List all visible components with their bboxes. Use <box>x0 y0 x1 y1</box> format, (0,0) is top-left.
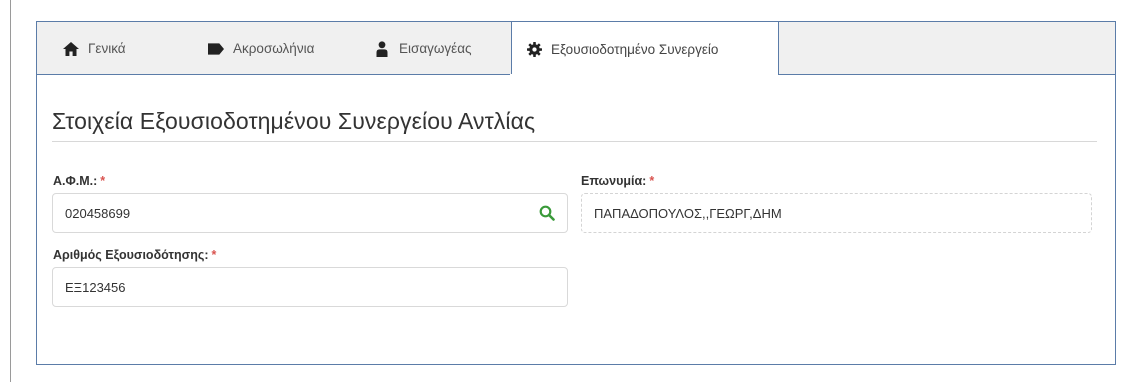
tag-icon <box>208 41 224 57</box>
divider <box>52 141 1097 142</box>
form-frame: Γενικά Ακροσωλήνια Εισαγωγέας Εξουσιοδοτ… <box>36 21 1116 365</box>
authorization-label: Αριθμός Εξουσιοδότησης: * <box>53 248 216 262</box>
afm-label: Α.Φ.Μ.: * <box>53 174 105 188</box>
eponymia-label-text: Επωνυμία: <box>581 174 647 188</box>
required-asterisk: * <box>211 248 217 262</box>
eponymia-label: Επωνυμία: * <box>581 174 654 188</box>
authorization-label-text: Αριθμός Εξουσιοδότησης: <box>53 248 209 262</box>
tab-general[interactable]: Γενικά <box>63 22 126 75</box>
afm-label-text: Α.Φ.Μ.: <box>53 174 98 188</box>
required-asterisk: * <box>649 174 655 188</box>
panel-border <box>778 74 1116 75</box>
window-edge <box>10 0 11 382</box>
section-title: Στοιχεία Εξουσιοδοτημένου Συνεργείου Αντ… <box>52 108 536 134</box>
search-button[interactable] <box>536 202 558 224</box>
gear-icon <box>526 41 542 57</box>
authorization-number-input[interactable] <box>52 267 568 307</box>
tab-authorized-workshop[interactable]: Εξουσιοδοτημένο Συνεργείο <box>511 22 779 76</box>
afm-input[interactable] <box>52 193 568 233</box>
panel-border <box>36 74 510 75</box>
user-icon <box>374 40 390 57</box>
tab-importer[interactable]: Εισαγωγέας <box>374 22 472 75</box>
tab-label: Ακροσωλήνια <box>233 41 315 56</box>
required-asterisk: * <box>100 174 106 188</box>
home-icon <box>63 41 79 57</box>
page: Γενικά Ακροσωλήνια Εισαγωγέας Εξουσιοδοτ… <box>0 0 1134 382</box>
search-icon <box>539 205 555 221</box>
eponymia-field <box>581 193 1092 233</box>
tab-label: Γενικά <box>88 41 126 56</box>
tab-label: Εισαγωγέας <box>399 41 472 56</box>
tab-bar: Γενικά Ακροσωλήνια Εισαγωγέας Εξουσιοδοτ… <box>36 21 1116 76</box>
tab-label: Εξουσιοδοτημένο Συνεργείο <box>551 41 719 57</box>
tab-pipe-fittings[interactable]: Ακροσωλήνια <box>208 22 314 75</box>
